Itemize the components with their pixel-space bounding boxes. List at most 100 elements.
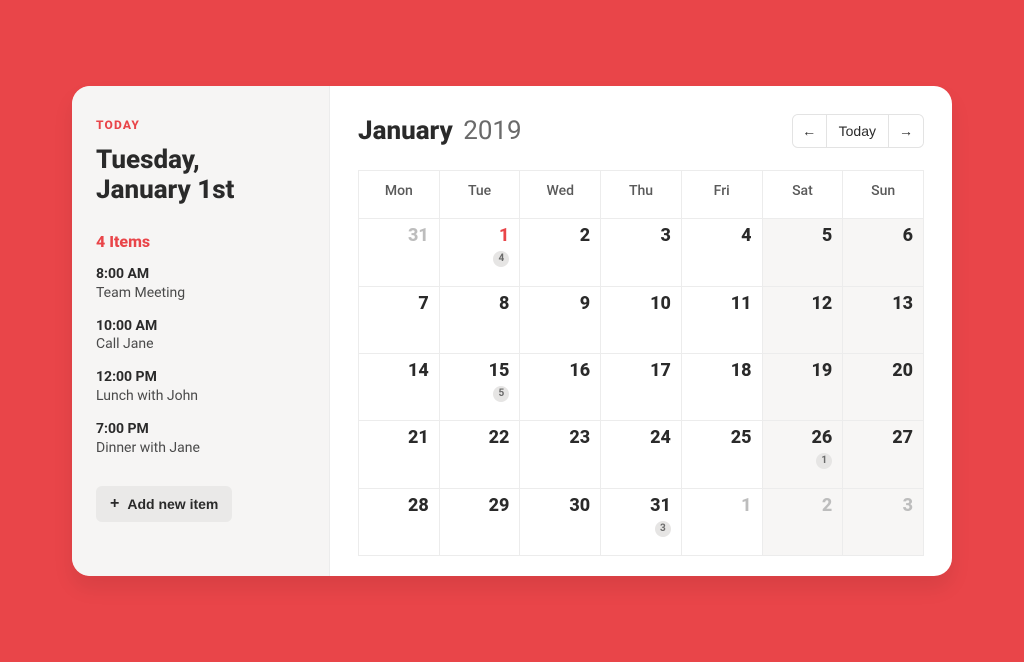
day-of-week-header: Sun — [843, 171, 924, 219]
calendar-day[interactable]: 29 — [440, 489, 521, 556]
day-number: 6 — [849, 225, 913, 246]
calendar-day[interactable]: 16 — [520, 354, 601, 421]
event-count-badge: 5 — [493, 386, 509, 402]
calendar-day[interactable]: 30 — [520, 489, 601, 556]
agenda-item[interactable]: 12:00 PMLunch with John — [96, 368, 305, 406]
day-number: 30 — [526, 495, 590, 516]
calendar-day[interactable]: 4 — [682, 219, 763, 286]
day-number: 28 — [365, 495, 429, 516]
date-line-1: Tuesday, — [96, 145, 200, 175]
calendar-day[interactable]: 5 — [763, 219, 844, 286]
calendar-day[interactable]: 27 — [843, 421, 924, 488]
calendar-day[interactable]: 25 — [682, 421, 763, 488]
calendar-card: TODAY Tuesday, January 1st 4 Items 8:00 … — [72, 86, 952, 576]
items-count: 4 Items — [96, 232, 305, 251]
main-panel: January 2019 ← Today → MonTueWedThuFriSa… — [330, 86, 952, 576]
calendar-day[interactable]: 24 — [601, 421, 682, 488]
calendar-day[interactable]: 28 — [359, 489, 440, 556]
agenda-item[interactable]: 8:00 AMTeam Meeting — [96, 265, 305, 303]
calendar-day[interactable]: 3 — [601, 219, 682, 286]
calendar-day[interactable]: 9 — [520, 287, 601, 354]
year-number: 2019 — [463, 116, 521, 146]
calendar-day[interactable]: 18 — [682, 354, 763, 421]
calendar-day[interactable]: 31 — [359, 219, 440, 286]
day-number: 8 — [446, 293, 510, 314]
day-number: 5 — [769, 225, 833, 246]
add-item-button[interactable]: + Add new item — [96, 486, 232, 522]
calendar-day[interactable]: 3 — [843, 489, 924, 556]
today-button[interactable]: Today — [827, 115, 889, 147]
agenda-item-time: 12:00 PM — [96, 368, 305, 387]
day-number: 31 — [607, 495, 671, 516]
day-of-week-header: Thu — [601, 171, 682, 219]
today-label: TODAY — [96, 118, 305, 132]
agenda-item-time: 10:00 AM — [96, 317, 305, 336]
month-title: January 2019 — [358, 116, 522, 146]
next-month-button[interactable]: → — [889, 115, 923, 147]
event-count-badge: 3 — [655, 521, 671, 537]
day-of-week-header: Mon — [359, 171, 440, 219]
calendar-day[interactable]: 22 — [440, 421, 521, 488]
agenda-item-title: Call Jane — [96, 335, 305, 354]
day-number: 7 — [365, 293, 429, 314]
calendar-day[interactable]: 155 — [440, 354, 521, 421]
calendar-day[interactable]: 12 — [763, 287, 844, 354]
day-number: 18 — [688, 360, 752, 381]
day-number: 31 — [365, 225, 429, 246]
agenda-item-time: 8:00 AM — [96, 265, 305, 284]
arrow-left-icon: ← — [802, 123, 816, 139]
add-item-label: Add new item — [127, 496, 218, 512]
calendar-day[interactable]: 261 — [763, 421, 844, 488]
day-number: 9 — [526, 293, 590, 314]
calendar-day[interactable]: 313 — [601, 489, 682, 556]
calendar-day[interactable]: 8 — [440, 287, 521, 354]
day-number: 10 — [607, 293, 671, 314]
agenda-item[interactable]: 10:00 AMCall Jane — [96, 317, 305, 355]
day-number: 12 — [769, 293, 833, 314]
prev-month-button[interactable]: ← — [793, 115, 827, 147]
calendar-day[interactable]: 6 — [843, 219, 924, 286]
calendar-day[interactable]: 21 — [359, 421, 440, 488]
calendar-day[interactable]: 14 — [359, 354, 440, 421]
day-number: 19 — [769, 360, 833, 381]
month-name: January — [358, 116, 453, 146]
calendar-day[interactable]: 17 — [601, 354, 682, 421]
calendar-day[interactable]: 7 — [359, 287, 440, 354]
day-number: 15 — [446, 360, 510, 381]
day-of-week-header: Sat — [763, 171, 844, 219]
agenda-item-title: Lunch with John — [96, 387, 305, 406]
day-number: 13 — [849, 293, 913, 314]
day-of-week-header: Wed — [520, 171, 601, 219]
calendar-day[interactable]: 2 — [763, 489, 844, 556]
day-number: 11 — [688, 293, 752, 314]
agenda-item[interactable]: 7:00 PMDinner with Jane — [96, 420, 305, 458]
day-number: 2 — [526, 225, 590, 246]
calendar-grid: MonTueWedThuFriSatSun3114234567891011121… — [358, 170, 924, 556]
day-number: 3 — [607, 225, 671, 246]
day-number: 23 — [526, 427, 590, 448]
day-number: 20 — [849, 360, 913, 381]
sidebar: TODAY Tuesday, January 1st 4 Items 8:00 … — [72, 86, 330, 576]
agenda-item-title: Team Meeting — [96, 284, 305, 303]
day-number: 2 — [769, 495, 833, 516]
calendar-day[interactable]: 10 — [601, 287, 682, 354]
calendar-day[interactable]: 19 — [763, 354, 844, 421]
arrow-right-icon: → — [899, 123, 913, 139]
calendar-day[interactable]: 11 — [682, 287, 763, 354]
day-number: 24 — [607, 427, 671, 448]
calendar-day[interactable]: 1 — [682, 489, 763, 556]
calendar-day[interactable]: 2 — [520, 219, 601, 286]
agenda-list: 8:00 AMTeam Meeting 10:00 AMCall Jane 12:0… — [96, 265, 305, 458]
today-button-label: Today — [839, 123, 876, 139]
agenda-item-title: Dinner with Jane — [96, 439, 305, 458]
calendar-day[interactable]: 20 — [843, 354, 924, 421]
calendar-day[interactable]: 14 — [440, 219, 521, 286]
day-of-week-header: Tue — [440, 171, 521, 219]
day-of-week-header: Fri — [682, 171, 763, 219]
calendar-day[interactable]: 13 — [843, 287, 924, 354]
calendar-day[interactable]: 23 — [520, 421, 601, 488]
day-number: 25 — [688, 427, 752, 448]
main-header: January 2019 ← Today → — [358, 114, 924, 148]
current-date-heading: Tuesday, January 1st — [96, 146, 305, 206]
day-number: 27 — [849, 427, 913, 448]
